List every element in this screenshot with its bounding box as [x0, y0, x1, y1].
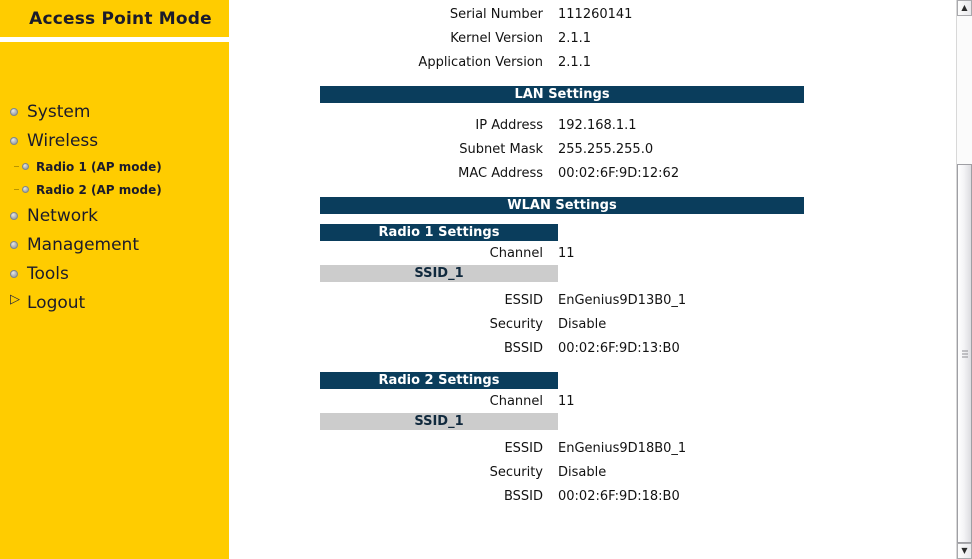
row-label: ESSID — [504, 440, 543, 456]
radio-2-group: Radio 2 Settings Channel 11 SSID_1 ESSID… — [229, 372, 956, 508]
row-value: Disable — [558, 464, 607, 480]
bullet-icon — [10, 136, 18, 145]
row-value: 00:02:6F:9D:13:B0 — [558, 340, 680, 356]
row-label: Kernel Version — [450, 30, 543, 46]
status-panel: Hardware Version 1.0.0 Serial Number 111… — [229, 0, 956, 508]
table-row: ESSID EnGenius9D18B0_1 — [229, 436, 956, 460]
row-label: ESSID — [504, 292, 543, 308]
table-row: ESSID EnGenius9D13B0_1 — [229, 288, 956, 312]
scrollbar-track[interactable] — [957, 16, 972, 543]
row-label: Channel — [489, 245, 543, 261]
table-row: Channel 11 — [229, 389, 956, 413]
row-value: EnGenius9D18B0_1 — [558, 440, 687, 456]
row-label: MAC Address — [458, 165, 543, 181]
row-value: 11 — [558, 245, 575, 261]
radio-1-group: Radio 1 Settings Channel 11 SSID_1 ESSID… — [229, 224, 956, 360]
row-value: 2.1.1 — [558, 30, 592, 46]
row-value: 00:02:6F:9D:18:B0 — [558, 488, 680, 504]
row-label: Subnet Mask — [459, 141, 543, 157]
section-header-lan-settings: LAN Settings — [320, 86, 804, 103]
table-row: Serial Number 111260141 — [229, 2, 956, 26]
bullet-icon — [10, 211, 18, 220]
sidebar: Access Point Mode System Wireless Radio … — [0, 0, 229, 559]
table-row: Kernel Version 2.1.1 — [229, 26, 956, 50]
row-label: Channel — [489, 393, 543, 409]
row-value: 11 — [558, 393, 575, 409]
row-value: 111260141 — [558, 6, 633, 22]
bullet-icon — [10, 107, 18, 116]
table-row: Application Version 2.1.1 — [229, 50, 956, 74]
row-value: 192.168.1.1 — [558, 117, 637, 133]
scroll-down-button[interactable]: ▼ — [957, 543, 972, 559]
sidebar-header: Access Point Mode — [0, 0, 229, 37]
page-title: Access Point Mode — [29, 8, 212, 29]
dash-icon — [14, 166, 19, 167]
table-row: Subnet Mask 255.255.255.0 — [229, 137, 956, 161]
row-label: Serial Number — [449, 6, 543, 22]
chevron-up-icon: ▲ — [961, 3, 968, 12]
row-label: IP Address — [475, 117, 543, 133]
bullet-icon — [22, 163, 29, 170]
scrollbar-grip-icon — [962, 350, 968, 357]
sidebar-item-tools[interactable]: Tools — [0, 259, 229, 288]
table-row: MAC Address 00:02:6F:9D:12:62 — [229, 161, 956, 185]
sidebar-item-label: Logout — [27, 292, 86, 313]
sidebar-item-label: System — [27, 101, 91, 122]
table-row: Security Disable — [229, 312, 956, 336]
table-row: Channel 11 — [229, 241, 956, 265]
sidebar-item-label: Tools — [27, 263, 69, 284]
section-header-ssid-1: SSID_1 — [320, 413, 558, 430]
sidebar-divider — [0, 37, 229, 42]
bullet-icon — [10, 269, 18, 278]
row-value: EnGenius9D13B0_1 — [558, 292, 687, 308]
scroll-up-button[interactable]: ▲ — [957, 0, 972, 16]
lan-settings-group: IP Address 192.168.1.1 Subnet Mask 255.2… — [229, 113, 956, 185]
sidebar-item-label: Radio 2 (AP mode) — [36, 182, 162, 197]
row-label: BSSID — [503, 488, 543, 504]
sidebar-item-system[interactable]: System — [0, 97, 229, 126]
section-header-wlan-settings: WLAN Settings — [320, 197, 804, 214]
row-label: Security — [489, 464, 543, 480]
sidebar-item-label: Management — [27, 234, 139, 255]
chevron-down-icon: ▼ — [961, 546, 968, 555]
row-label: BSSID — [503, 340, 543, 356]
sidebar-item-radio-1[interactable]: Radio 1 (AP mode) — [0, 155, 229, 178]
sidebar-item-management[interactable]: Management — [0, 230, 229, 259]
sidebar-item-wireless[interactable]: Wireless — [0, 126, 229, 155]
main-content: Hardware Version 1.0.0 Serial Number 111… — [229, 0, 956, 559]
sidebar-item-label: Radio 1 (AP mode) — [36, 159, 162, 174]
sidebar-nav: System Wireless Radio 1 (AP mode) Radio … — [0, 97, 229, 317]
bullet-icon — [22, 186, 29, 193]
row-value: 255.255.255.0 — [558, 141, 654, 157]
dash-icon — [14, 189, 19, 190]
row-value: Disable — [558, 316, 607, 332]
triangle-right-icon — [10, 293, 20, 308]
vertical-scrollbar[interactable]: ▲ ▼ — [956, 0, 972, 559]
section-header-ssid-1: SSID_1 — [320, 265, 558, 282]
sidebar-item-radio-2[interactable]: Radio 2 (AP mode) — [0, 178, 229, 201]
table-row: BSSID 00:02:6F:9D:18:B0 — [229, 484, 956, 508]
table-row: Security Disable — [229, 460, 956, 484]
row-value: 2.1.1 — [558, 54, 592, 70]
row-label: Security — [489, 316, 543, 332]
row-value: 00:02:6F:9D:12:62 — [558, 165, 680, 181]
sidebar-item-network[interactable]: Network — [0, 201, 229, 230]
section-header-radio-2: Radio 2 Settings — [320, 372, 558, 389]
table-row: BSSID 00:02:6F:9D:13:B0 — [229, 336, 956, 360]
section-header-radio-1: Radio 1 Settings — [320, 224, 558, 241]
row-label: Application Version — [418, 54, 543, 70]
access-point-admin-page: Access Point Mode System Wireless Radio … — [0, 0, 972, 559]
sidebar-item-label: Wireless — [27, 130, 99, 151]
scrollbar-thumb[interactable] — [957, 164, 972, 543]
device-information-group: Hardware Version 1.0.0 Serial Number 111… — [229, 0, 956, 74]
sidebar-item-logout[interactable]: Logout — [0, 288, 229, 317]
bullet-icon — [10, 240, 18, 249]
sidebar-item-label: Network — [27, 205, 98, 226]
table-row: IP Address 192.168.1.1 — [229, 113, 956, 137]
